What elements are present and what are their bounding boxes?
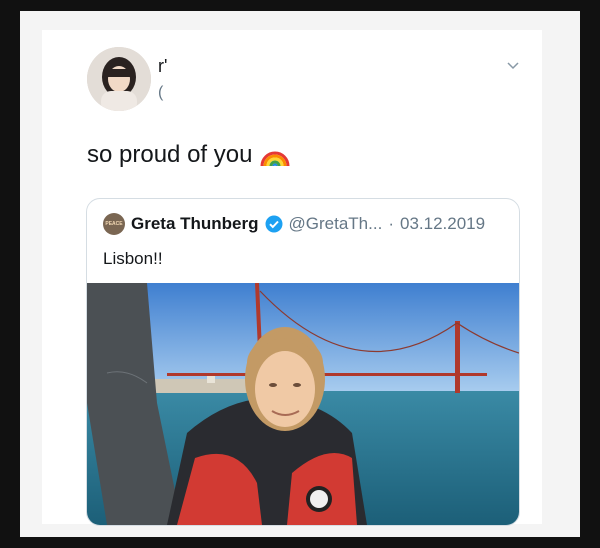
tweet-text: so proud of you bbox=[87, 141, 253, 168]
quoted-author-name[interactable]: Greta Thunberg bbox=[131, 214, 259, 234]
quoted-author-handle[interactable]: @GretaTh... bbox=[289, 214, 383, 234]
avatar-logo-text: PEACE bbox=[105, 220, 123, 227]
meta-separator: · bbox=[388, 214, 394, 233]
author-name[interactable]: r' bbox=[158, 56, 167, 76]
rainbow-emoji-icon bbox=[260, 151, 290, 167]
quoted-tweet[interactable]: PEACE Greta Thunberg @GretaTh... · 03.12… bbox=[86, 198, 520, 526]
quoted-author-avatar[interactable]: PEACE bbox=[103, 213, 125, 235]
quoted-tweet-date[interactable]: 03.12.2019 bbox=[400, 214, 485, 234]
quoted-tweet-header: PEACE Greta Thunberg @GretaTh... · 03.12… bbox=[103, 213, 485, 235]
author-avatar[interactable] bbox=[87, 47, 151, 111]
verified-badge-icon bbox=[265, 215, 283, 233]
tweet-text-row: so proud of you bbox=[87, 140, 290, 170]
author-handle[interactable]: ( bbox=[158, 84, 163, 102]
quoted-tweet-text: Lisbon!! bbox=[103, 249, 163, 268]
chevron-down-icon[interactable] bbox=[505, 57, 521, 73]
tweet-photo[interactable] bbox=[87, 283, 519, 525]
